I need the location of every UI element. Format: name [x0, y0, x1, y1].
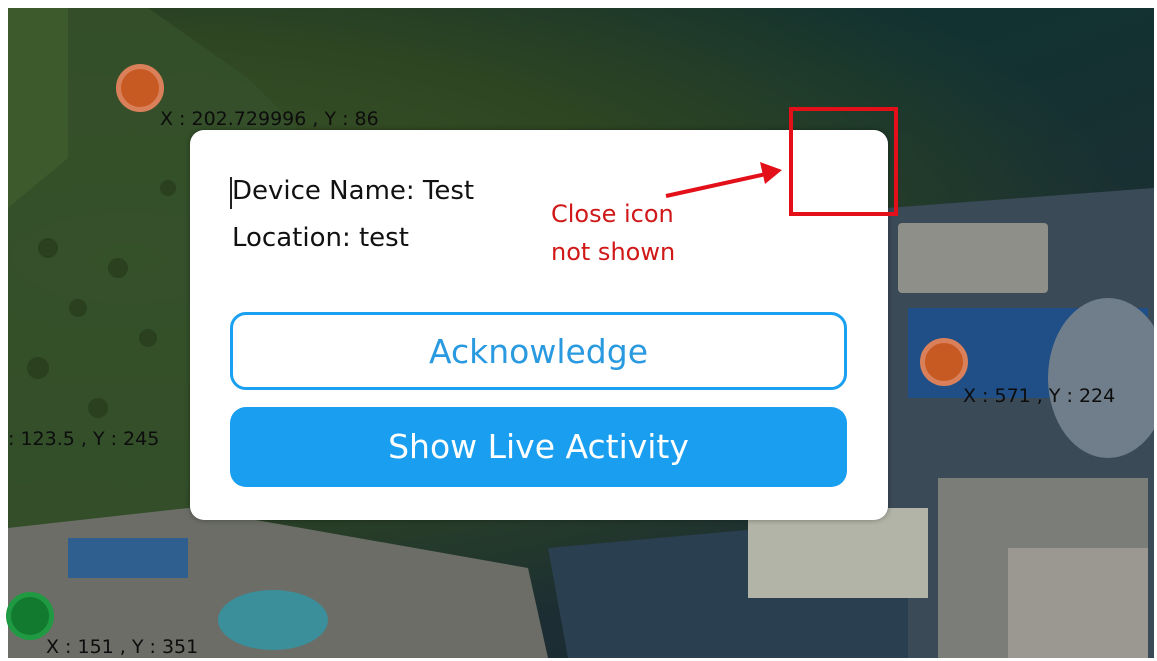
annotation-text-line2: not shown [551, 238, 676, 266]
annotation-text-line1: Close icon [551, 200, 674, 228]
annotation-arrow-icon [665, 162, 782, 198]
